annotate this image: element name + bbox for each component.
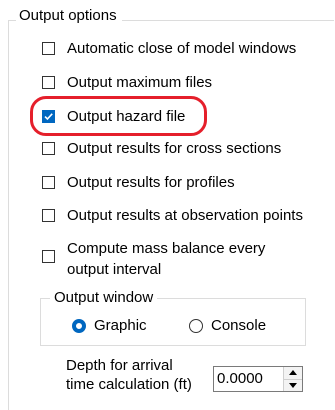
spinner-buttons (283, 367, 302, 391)
checkbox-label-line1: Compute mass balance every (67, 240, 266, 257)
checkbox-label-line2: output interval (67, 261, 162, 278)
depth-label-line2: time calculation (ft) (66, 376, 192, 393)
checkbox-output-maximum-files[interactable]: Output maximum files (42, 73, 212, 93)
output-options-title: Output options (16, 6, 122, 26)
triangle-up-icon (289, 370, 297, 376)
checkbox-label: Output maximum files (67, 74, 213, 91)
radio-label: Graphic (94, 317, 147, 334)
radio-button-selected[interactable] (72, 319, 86, 333)
checkbox-output-profiles[interactable]: Output results for profiles (42, 173, 235, 193)
depth-input[interactable]: 0.0000 (214, 367, 283, 391)
checkbox-label: Automatic close of model windows (67, 40, 297, 57)
checkbox-box[interactable] (42, 42, 55, 55)
spinner-down-button[interactable] (284, 378, 302, 392)
depth-spinner[interactable]: 0.0000 (213, 366, 303, 392)
checkbox-box[interactable] (42, 209, 55, 222)
checkbox-compute-mass-balance[interactable]: Compute mass balance every output interv… (42, 238, 265, 280)
checkbox-box[interactable] (42, 250, 55, 263)
output-window-title: Output window (50, 289, 158, 307)
checkbox-box[interactable] (42, 142, 55, 155)
checkbox-label: Output results for cross sections (67, 140, 282, 157)
radio-graphic[interactable]: Graphic (72, 316, 147, 336)
checkmark-icon (44, 113, 53, 121)
checkbox-automatic-close[interactable]: Automatic close of model windows (42, 39, 296, 59)
checkbox-output-observation-points[interactable]: Output results at observation points (42, 206, 303, 226)
checkbox-label: Compute mass balance every output interv… (67, 238, 265, 280)
depth-label: Depth for arrival time calculation (ft) (66, 356, 192, 394)
radio-button[interactable] (189, 319, 203, 333)
radio-label: Console (211, 317, 267, 334)
checkbox-box-checked[interactable] (42, 110, 55, 123)
checkbox-output-hazard-file[interactable]: Output hazard file (42, 107, 185, 127)
checkbox-label: Output hazard file (67, 108, 186, 125)
radio-console[interactable]: Console (189, 316, 266, 336)
depth-label-line1: Depth for arrival (66, 357, 173, 374)
checkbox-label: Output results for profiles (67, 174, 235, 191)
checkbox-box[interactable] (42, 76, 55, 89)
checkbox-box[interactable] (42, 176, 55, 189)
spinner-up-button[interactable] (284, 367, 302, 379)
triangle-down-icon (289, 382, 297, 388)
checkbox-output-cross-sections[interactable]: Output results for cross sections (42, 139, 281, 159)
checkbox-label: Output results at observation points (67, 207, 303, 224)
